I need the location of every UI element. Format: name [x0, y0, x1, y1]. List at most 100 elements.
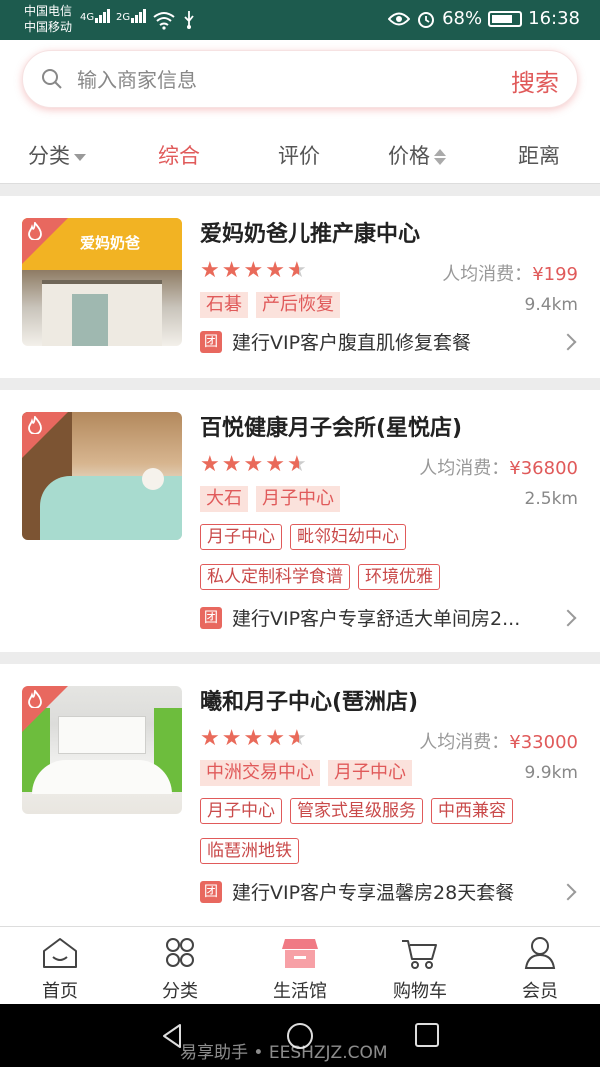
store-name[interactable]: 曦和月子中心(琶洲店) [200, 684, 418, 716]
feature-tag: 私人定制科学食谱 [200, 564, 350, 590]
search-input[interactable] [77, 63, 457, 97]
battery-percent: 68% [442, 8, 483, 29]
avg-spend: 人均消费：¥199 [442, 260, 578, 286]
filter-rating[interactable]: 评价 [278, 140, 320, 170]
deal-text: 建行VIP客户专享舒适大单间房2... [232, 608, 521, 630]
chevron-right-icon[interactable] [559, 333, 577, 351]
flame-icon [28, 416, 42, 434]
tab-label: 购物车 [393, 981, 447, 1002]
feature-tags: 月子中心 毗邻妇幼中心 [200, 524, 406, 550]
feature-tag: 月子中心 [200, 798, 282, 824]
recents-icon[interactable] [414, 1022, 440, 1048]
filter-comprehensive[interactable]: 综合 [158, 140, 200, 170]
tab-lifestyle[interactable]: 生活馆 [240, 927, 360, 1005]
chevron-right-icon[interactable] [559, 883, 577, 901]
tab-label: 生活馆 [273, 981, 327, 1002]
deal-text: 建行VIP客户腹直肌修复套餐 [232, 332, 472, 354]
star-icon: ★ [265, 258, 287, 283]
home-icon [43, 938, 77, 968]
member-icon [524, 937, 556, 969]
feature-tag: 月子中心 [200, 524, 282, 550]
store-name[interactable]: 爱妈奶爸儿推产康中心 [200, 216, 420, 248]
star-icon: ★ [243, 258, 266, 283]
watermark: 易享助手 • EESHZJZ.COM [180, 1043, 388, 1063]
tab-home[interactable]: 首页 [0, 927, 120, 1005]
bottom-tab-bar: 首页 分类 生活馆 购物车 会员 [0, 926, 600, 1004]
store-card[interactable]: 爱妈奶爸 爱妈奶爸儿推产康中心 ★★★★★ 人均消费：¥199 石碁 产后恢复 … [0, 196, 600, 378]
avg-spend: 人均消费：¥36800 [419, 454, 578, 480]
tab-member[interactable]: 会员 [480, 927, 600, 1005]
filter-category-label: 分类 [28, 144, 70, 168]
flame-icon [28, 222, 42, 240]
deal-row[interactable]: 团 建行VIP客户专享温馨房28天套餐 [200, 878, 514, 905]
star-icon: ★ [221, 726, 244, 751]
carrier-2: 中国移动 [24, 20, 73, 34]
star-icon: ★ [243, 452, 266, 477]
star-icon: ★ [265, 452, 287, 477]
chevron-right-icon[interactable] [559, 609, 577, 627]
wifi-icon [153, 12, 175, 30]
avg-label: 人均消费： [419, 458, 510, 479]
area-tag: 大石 [200, 486, 248, 512]
search-button[interactable]: 搜索 [511, 63, 559, 98]
avg-label: 人均消费： [442, 264, 533, 285]
feature-tags: 月子中心 管家式星级服务 中西兼容 [200, 798, 513, 824]
system-nav-bar: 易享助手 • EESHZJZ.COM [0, 1004, 600, 1067]
store-name[interactable]: 百悦健康月子会所(星悦店) [200, 410, 462, 442]
feature-tag: 毗邻妇幼中心 [290, 524, 406, 550]
tab-label: 分类 [162, 981, 198, 1002]
star-icon: ★ [221, 452, 244, 477]
store-card[interactable]: 百悦健康月子会所(星悦店) ★★★★★ 人均消费：¥36800 大石 月子中心 … [0, 390, 600, 652]
star-icon: ★ [200, 452, 222, 477]
deal-row[interactable]: 团 建行VIP客户腹直肌修复套餐 [200, 328, 471, 355]
category-icon [166, 938, 194, 967]
half-star-icon: ★ [286, 452, 309, 477]
dropdown-arrow-icon [74, 153, 86, 161]
feature-tag: 中西兼容 [431, 798, 513, 824]
group-deal-icon: 团 [200, 330, 222, 353]
group-deal-icon: 团 [200, 880, 222, 903]
search-box[interactable]: 搜索 [22, 50, 578, 108]
star-icon: ★ [200, 726, 222, 751]
store-image [22, 686, 182, 814]
search-icon [42, 69, 62, 89]
star-icon: ★ [221, 258, 244, 283]
tab-category[interactable]: 分类 [120, 927, 240, 1005]
area-tags: 大石 月子中心 [200, 486, 340, 512]
deal-row[interactable]: 团 建行VIP客户专享舒适大单间房2... [200, 604, 520, 631]
filter-bar: 分类 综合 评价 价格 距离 [0, 120, 600, 184]
search-bar: 搜索 [0, 40, 600, 120]
avg-price: ¥36800 [509, 458, 578, 479]
area-tags: 石碁 产后恢复 [200, 292, 340, 318]
store-image [22, 412, 182, 540]
status-right: 68% 16:38 [388, 8, 580, 29]
half-star-icon: ★ [286, 726, 309, 751]
avg-label: 人均消费： [419, 732, 510, 753]
distance: 9.9km [524, 763, 578, 783]
filter-price[interactable]: 价格 [388, 140, 446, 170]
net-type-1: 4G [80, 12, 95, 23]
net-type-2: 2G [116, 12, 131, 23]
tab-cart[interactable]: 购物车 [360, 927, 480, 1005]
star-icon: ★ [265, 726, 287, 751]
eye-icon [388, 12, 411, 25]
half-star-icon: ★ [286, 258, 309, 283]
store-icon [282, 939, 318, 968]
filter-price-label: 价格 [388, 144, 430, 168]
carrier-info: 中国电信 中国移动 [24, 3, 72, 35]
area-tags: 中洲交易中心 月子中心 [200, 760, 412, 786]
status-bar: 中国电信 中国移动 4G 2G 68% 16:38 [0, 0, 600, 40]
distance: 9.4km [524, 295, 578, 315]
deal-text: 建行VIP客户专享温馨房28天套餐 [232, 882, 515, 904]
area-tag: 中洲交易中心 [200, 760, 320, 786]
feature-tag: 管家式星级服务 [290, 798, 423, 824]
group-deal-icon: 团 [200, 606, 222, 629]
store-card[interactable]: 曦和月子中心(琶洲店) ★★★★★ 人均消费：¥33000 中洲交易中心 月子中… [0, 664, 600, 926]
rating-stars: ★★★★★ [200, 726, 309, 751]
filter-distance[interactable]: 距离 [518, 140, 560, 170]
rating-stars: ★★★★★ [200, 258, 309, 283]
filter-category[interactable]: 分类 [28, 140, 86, 170]
battery-icon [488, 10, 523, 27]
avg-spend: 人均消费：¥33000 [419, 728, 578, 754]
area-tag: 月子中心 [256, 486, 340, 512]
